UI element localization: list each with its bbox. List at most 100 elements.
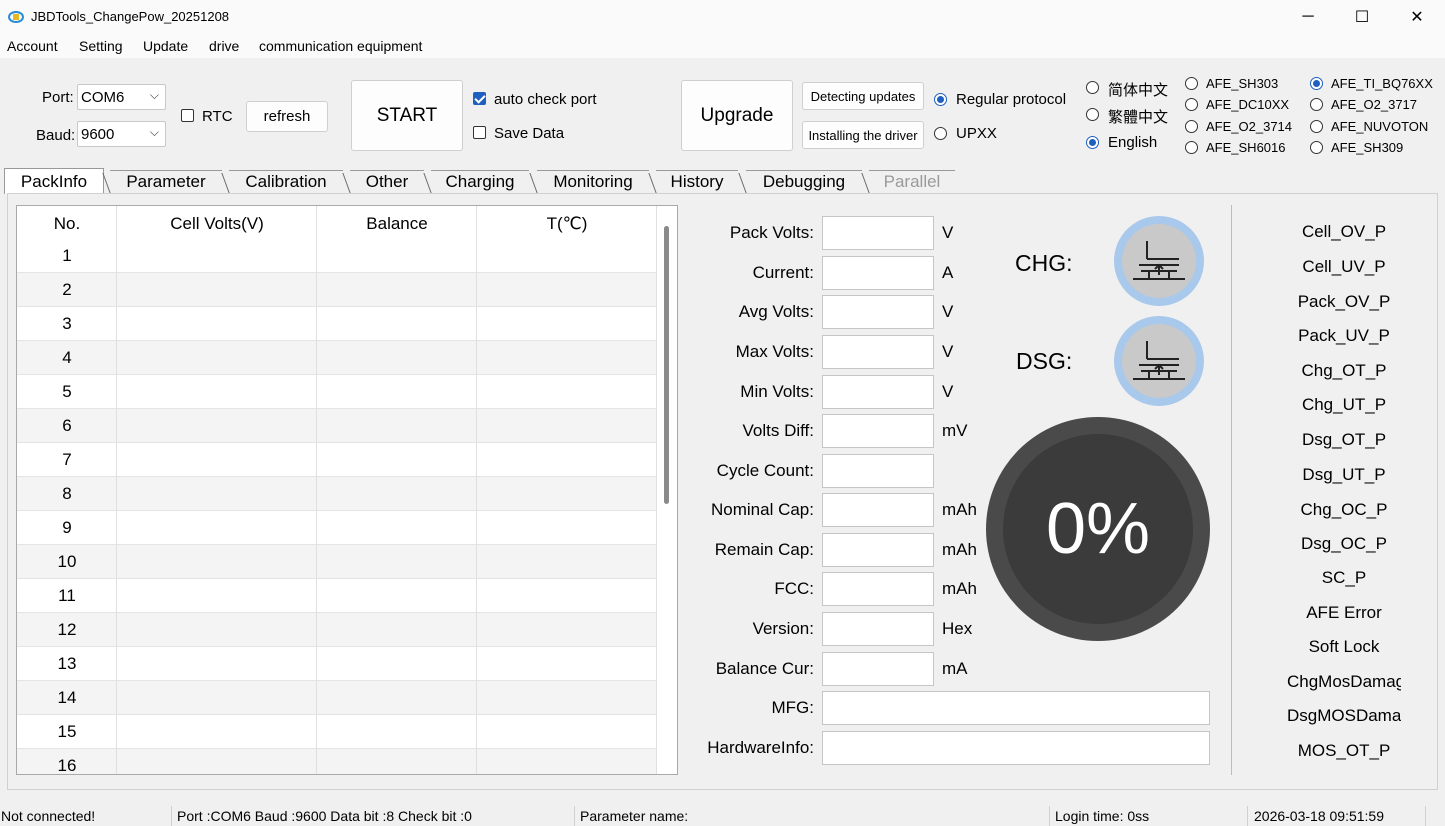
status-login-time: Login time: 0ss [1055,808,1150,824]
cycle-count-field[interactable] [822,454,934,488]
detecting-updates-button[interactable]: Detecting updates [802,82,924,110]
remain-cap-unit: mAh [942,540,977,559]
tab-debugging[interactable]: Debugging [746,170,862,192]
afe-radio-o2-3714[interactable] [1185,120,1198,133]
table-row[interactable]: 4 [17,341,657,375]
start-button[interactable]: START [351,80,463,151]
menu-setting[interactable]: Setting [79,38,123,54]
tab-charging[interactable]: Charging [431,170,529,192]
language-radio-traditional-chinese[interactable] [1086,108,1099,121]
max-volts-unit: V [942,342,954,361]
min-volts-label: Min Volts: [740,382,814,401]
volts-diff-label: Volts Diff: [742,421,815,440]
fcc-field[interactable] [822,572,934,606]
upgrade-button[interactable]: Upgrade [681,80,793,151]
balance-cur-field[interactable] [822,652,934,686]
avg-volts-field[interactable] [822,295,934,329]
afe-label-o2-3717: AFE_O2_3717 [1331,97,1418,112]
auto-check-port-checkbox[interactable] [473,92,486,105]
protection-afe-error: AFE Error [1306,603,1382,622]
protocol-upxx-label: UPXX [956,125,997,142]
balance-cur-label: Balance Cur: [715,659,814,678]
tab-history[interactable]: History [656,170,738,192]
language-radio-simplified-chinese[interactable] [1086,81,1099,94]
protocol-regular-radio[interactable] [934,93,947,106]
current-field[interactable] [822,256,934,290]
protection-chg-mos-damage: ChgMosDamage [1287,672,1401,691]
nominal-cap-unit: mAh [942,500,977,519]
installing-driver-button[interactable]: Installing the driver [802,121,924,149]
status-divider [1049,806,1050,826]
rtc-checkbox[interactable] [181,109,194,122]
avg-volts-unit: V [942,302,954,321]
table-row[interactable]: 9 [17,511,657,545]
afe-radio-o2-3717[interactable] [1310,98,1323,111]
remain-cap-field[interactable] [822,533,934,567]
table-row[interactable]: 13 [17,647,657,681]
table-row[interactable]: 1 [17,239,657,273]
language-radio-english[interactable] [1086,136,1099,149]
tab-packinfo[interactable]: PackInfo [4,168,104,194]
column-divider [656,206,657,774]
row-number: 13 [57,654,77,673]
hardware-info-field[interactable] [822,731,1210,765]
nominal-cap-field[interactable] [822,493,934,527]
menu-bar: Account Setting Update drive communicati… [0,34,1445,58]
version-field[interactable] [822,612,934,646]
save-data-checkbox[interactable] [473,126,486,139]
maximize-button[interactable]: ☐ [1335,0,1389,34]
table-row[interactable]: 8 [17,477,657,511]
protocol-upxx-radio[interactable] [934,127,947,140]
afe-radio-dc10xx[interactable] [1185,98,1198,111]
table-row[interactable]: 12 [17,613,657,647]
mfg-field[interactable] [822,691,1210,725]
close-button[interactable]: ✕ [1390,0,1444,34]
tab-other[interactable]: Other [350,170,424,192]
afe-radio-sh303[interactable] [1185,77,1198,90]
window-title: JBDTools_ChangePow_20251208 [31,9,230,24]
afe-radio-sh309[interactable] [1310,141,1323,154]
volts-diff-field[interactable] [822,414,934,448]
min-volts-field[interactable] [822,375,934,409]
nominal-cap-label: Nominal Cap: [711,500,814,519]
table-row[interactable]: 3 [17,307,657,341]
status-divider [171,806,172,826]
pack-volts-field[interactable] [822,216,934,250]
afe-radio-nuvoton[interactable] [1310,120,1323,133]
menu-drive[interactable]: drive [209,38,239,54]
table-row[interactable]: 16 [17,749,657,774]
table-row[interactable]: 10 [17,545,657,579]
afe-radio-sh6016[interactable] [1185,141,1198,154]
column-header-cell-volts: Cell Volts(V) [170,214,264,233]
row-number: 1 [62,246,72,265]
menu-update[interactable]: Update [143,38,188,54]
table-row[interactable]: 6 [17,409,657,443]
minimize-button[interactable]: ─ [1281,0,1335,34]
table-row[interactable]: 15 [17,715,657,749]
app-window: JBDTools_ChangePow_20251208 ─ ☐ ✕ Accoun… [0,0,1445,826]
hardware-info-label: HardwareInfo: [707,738,814,757]
table-row[interactable]: 7 [17,443,657,477]
table-row[interactable]: 14 [17,681,657,715]
tab-calibration[interactable]: Calibration [229,170,343,192]
panel-divider [1231,205,1232,775]
afe-radio-ti-bq76xx[interactable] [1310,77,1323,90]
afe-label-ti-bq76xx: AFE_TI_BQ76XX [1331,76,1433,91]
version-unit: Hex [942,619,973,638]
port-select[interactable]: COM6 ⌵ [77,84,166,110]
status-parameter-name: Parameter name: [580,808,689,824]
table-row[interactable]: 11 [17,579,657,613]
refresh-button[interactable]: refresh [246,101,328,132]
baud-select[interactable]: 9600 ⌵ [77,121,166,147]
cycle-count-label: Cycle Count: [716,461,814,480]
soc-value: 0% [1003,434,1193,624]
protection-sc: SC_P [1321,568,1367,587]
tab-monitoring[interactable]: Monitoring [537,170,649,192]
menu-account[interactable]: Account [7,38,58,54]
max-volts-field[interactable] [822,335,934,369]
remain-cap-label: Remain Cap: [714,540,814,559]
menu-communication-equipment[interactable]: communication equipment [259,38,422,54]
tab-parameter[interactable]: Parameter [110,170,222,192]
table-row[interactable]: 5 [17,375,657,409]
table-row[interactable]: 2 [17,273,657,307]
